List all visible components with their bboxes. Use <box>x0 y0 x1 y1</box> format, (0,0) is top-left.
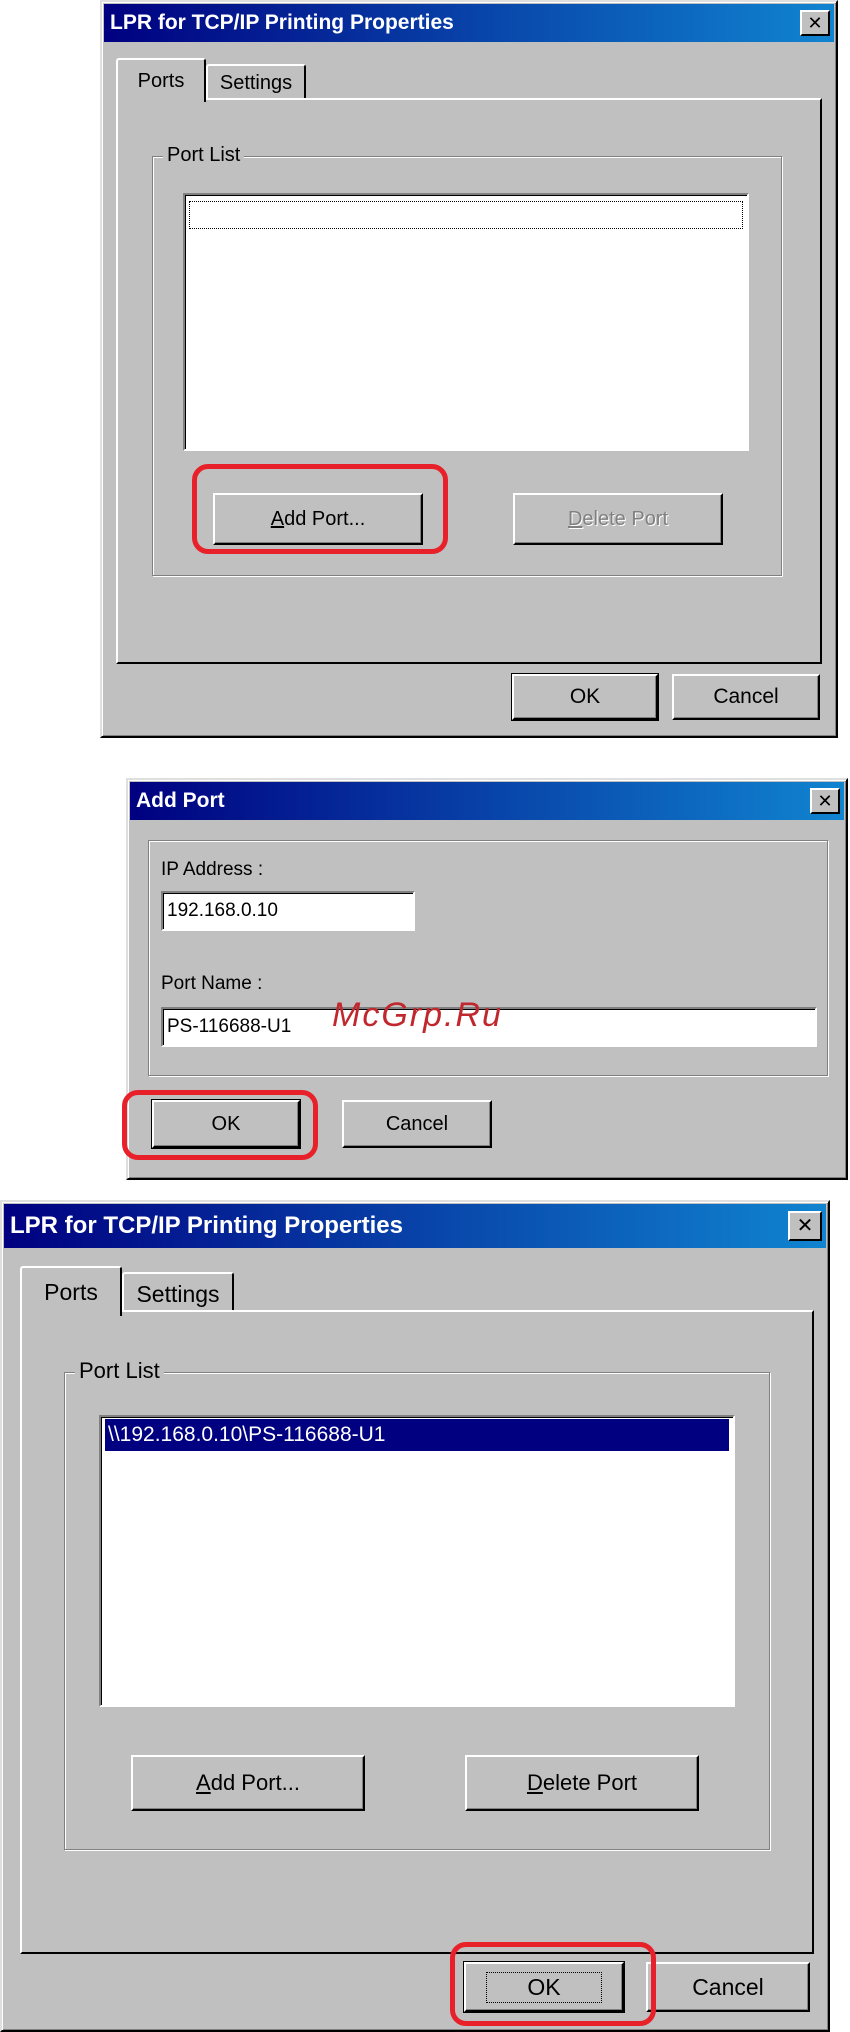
port-list[interactable] <box>183 193 749 451</box>
add-port-button[interactable]: Add Port... <box>131 1755 365 1811</box>
lpr-properties-dialog-2: LPR for TCP/IP Printing Properties ✕ Por… <box>0 1200 830 2032</box>
tab-settings-label: Settings <box>136 1280 220 1307</box>
tab-ports-label: Ports <box>44 1278 98 1305</box>
list-item[interactable] <box>189 201 743 229</box>
dialog-title: LPR for TCP/IP Printing Properties <box>110 11 454 34</box>
ports-tab-panel: Port List \\192.168.0.10\PS-116688-U1 Ad… <box>20 1310 814 1954</box>
delete-port-button[interactable]: Delete Port <box>513 493 723 545</box>
delete-port-button[interactable]: Delete Port <box>465 1755 699 1811</box>
ip-address-field[interactable]: 192.168.0.10 <box>161 891 415 931</box>
cancel-button[interactable]: Cancel <box>672 674 820 720</box>
port-list-label: Port List <box>163 144 245 167</box>
ok-highlight <box>450 1942 656 2026</box>
title-bar[interactable]: Add Port ✕ <box>130 782 844 820</box>
tab-settings-label: Settings <box>219 71 293 94</box>
dialog-title: LPR for TCP/IP Printing Properties <box>10 1212 403 1239</box>
add-port-group: IP Address : 192.168.0.10 Port Name : PS… <box>148 840 828 1076</box>
tab-settings[interactable]: Settings <box>206 64 306 100</box>
tab-ports-label: Ports <box>137 69 185 92</box>
port-list-group: Port List \\192.168.0.10\PS-116688-U1 Ad… <box>64 1358 770 1850</box>
lpr-properties-dialog-1: LPR for TCP/IP Printing Properties ✕ Por… <box>100 0 838 738</box>
tab-settings[interactable]: Settings <box>122 1272 234 1314</box>
port-name-label: Port Name : <box>161 973 263 994</box>
close-icon[interactable]: ✕ <box>810 788 840 814</box>
tab-ports[interactable]: Ports <box>116 58 206 102</box>
ports-tab-panel: Port List Add Port... Delete Port <box>116 98 822 664</box>
cancel-button[interactable]: Cancel <box>342 1100 492 1148</box>
port-list-label: Port List <box>75 1358 164 1384</box>
list-item[interactable]: \\192.168.0.10\PS-116688-U1 <box>105 1419 729 1451</box>
ok-button[interactable]: OK <box>511 673 659 721</box>
close-icon[interactable]: ✕ <box>788 1211 822 1241</box>
ip-address-label: IP Address : <box>161 859 264 880</box>
title-bar[interactable]: LPR for TCP/IP Printing Properties ✕ <box>4 1204 826 1248</box>
close-icon[interactable]: ✕ <box>800 10 830 36</box>
port-list[interactable]: \\192.168.0.10\PS-116688-U1 <box>99 1415 735 1707</box>
dialog-title: Add Port <box>136 789 225 812</box>
tab-ports[interactable]: Ports <box>20 1266 122 1316</box>
add-port-highlight <box>192 464 448 554</box>
title-bar[interactable]: LPR for TCP/IP Printing Properties ✕ <box>104 4 834 42</box>
cancel-button[interactable]: Cancel <box>646 1962 810 2012</box>
watermark: McGrp.Ru <box>332 996 503 1034</box>
ok-highlight <box>122 1090 318 1160</box>
